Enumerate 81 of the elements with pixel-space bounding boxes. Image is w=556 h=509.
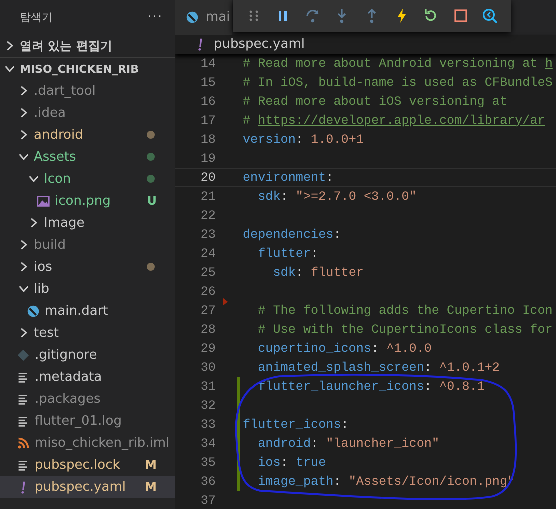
code-line: flutter_launcher_icons: ^0.8.1 [257,380,485,394]
line-number: 35 [200,456,216,470]
project-folder-header[interactable]: MISO_CHICKEN_RIB [0,57,175,80]
line-number: 17 [200,114,216,128]
line-number: 37 [200,494,216,508]
git-status-letter: U [147,194,157,208]
line-number: 24 [200,246,216,260]
file-tree-item[interactable]: .packages [0,388,175,410]
code-line: sdk: ">=2.7.0 <3.0.0" [257,190,417,204]
dart-file-icon [26,304,41,318]
file-tree-item[interactable]: lib [0,278,175,300]
file-tree-item[interactable]: ios [0,256,175,278]
file-tree-item[interactable]: .dart_tool [0,80,175,102]
editor-tab[interactable]: mai [175,0,232,35]
line-number: 29 [200,342,216,356]
line-number: 16 [200,94,216,108]
file-tree-item[interactable]: main.dart [0,300,175,322]
code-line: flutter_icons: [243,418,349,432]
code-line: cupertino_icons: ^1.0.0 [257,342,432,356]
git-file-icon [16,348,31,362]
line-number: 32 [200,398,216,412]
code-line: flutter: [257,246,319,260]
step-over-icon[interactable] [304,8,321,24]
line-number: 33 [200,418,216,432]
open-editors-section[interactable]: 열려 있는 편집기 [0,35,175,57]
line-number: 36 [200,474,216,488]
image-file-icon [36,194,51,208]
line-number: 31 [200,380,216,394]
chevron-icon [4,63,16,75]
line-number: 18 [200,132,216,146]
code-line: dependencies: [243,228,342,242]
code-line: version: 1.0.0+1 [243,132,364,146]
line-number: 30 [200,360,216,374]
file-tree-item[interactable]: Icon [0,168,175,190]
more-actions-button[interactable]: ··· [148,10,163,25]
code-line: # Read more about iOS versioning at [243,94,508,108]
file-tree-item[interactable]: pubspec.lock M [0,454,175,476]
line-number: 15 [200,76,216,90]
file-tree-item[interactable]: pubspec.yaml M [0,476,175,498]
file-tree-item[interactable]: miso_chicken_rib.iml [0,432,175,454]
stop-icon[interactable] [452,8,469,24]
code-line: # Use with the CupertinoIcons class for [257,322,553,336]
feed-file-icon [16,436,31,450]
line-number: 28 [200,322,216,336]
code-line: # https://developer.apple.com/library/ar [243,114,546,128]
file-tree-item[interactable]: Image [0,212,175,234]
code-line: # Read more about Android versioning at h [243,56,553,70]
file-tree-item[interactable]: build [0,234,175,256]
git-status-letter: M [145,458,157,472]
file-tree-item[interactable]: flutter_01.log [0,410,175,432]
code-line: sdk: flutter [272,266,364,280]
file-tree-item[interactable]: .idea [0,102,175,124]
line-number: 21 [200,190,216,204]
code-line: android: "launcher_icon" [257,436,440,450]
breadcrumb-item[interactable]: pubspec.yaml [214,37,305,52]
file-tree-item[interactable]: android [0,124,175,146]
code-line: # The following adds the Cupertino Icon [257,304,553,318]
file-tree-item[interactable]: Assets [0,146,175,168]
line-number: 23 [200,228,216,242]
file-tree-item[interactable]: .gitignore [0,344,175,366]
code-line: ios: true [257,456,326,470]
line-number: 22 [200,208,216,222]
chevron-icon [4,40,16,52]
deleted-lines-marker [223,298,228,306]
code-line: environment: [243,170,334,184]
git-status-letter: M [145,480,157,494]
line-number: 26 [200,284,216,298]
file-tree-item[interactable]: test [0,322,175,344]
code-line: animated_splash_screen: ^1.0.1+2 [257,360,500,374]
line-number: 34 [200,436,216,450]
line-number: 19 [200,152,216,166]
line-number: 27 [200,304,216,318]
search-icon[interactable] [482,8,498,24]
dart-file-icon [185,10,200,25]
line-number: 25 [200,266,216,280]
line-number: 14 [200,56,216,70]
code-line: # In iOS, build-name is used as CFBundleS [243,76,553,90]
file-tree-item[interactable]: .metadata [0,366,175,388]
line-number: 20 [200,170,216,184]
explorer-title: 탐색기 [20,10,53,25]
file-tree-item[interactable]: icon.png U [0,190,175,212]
